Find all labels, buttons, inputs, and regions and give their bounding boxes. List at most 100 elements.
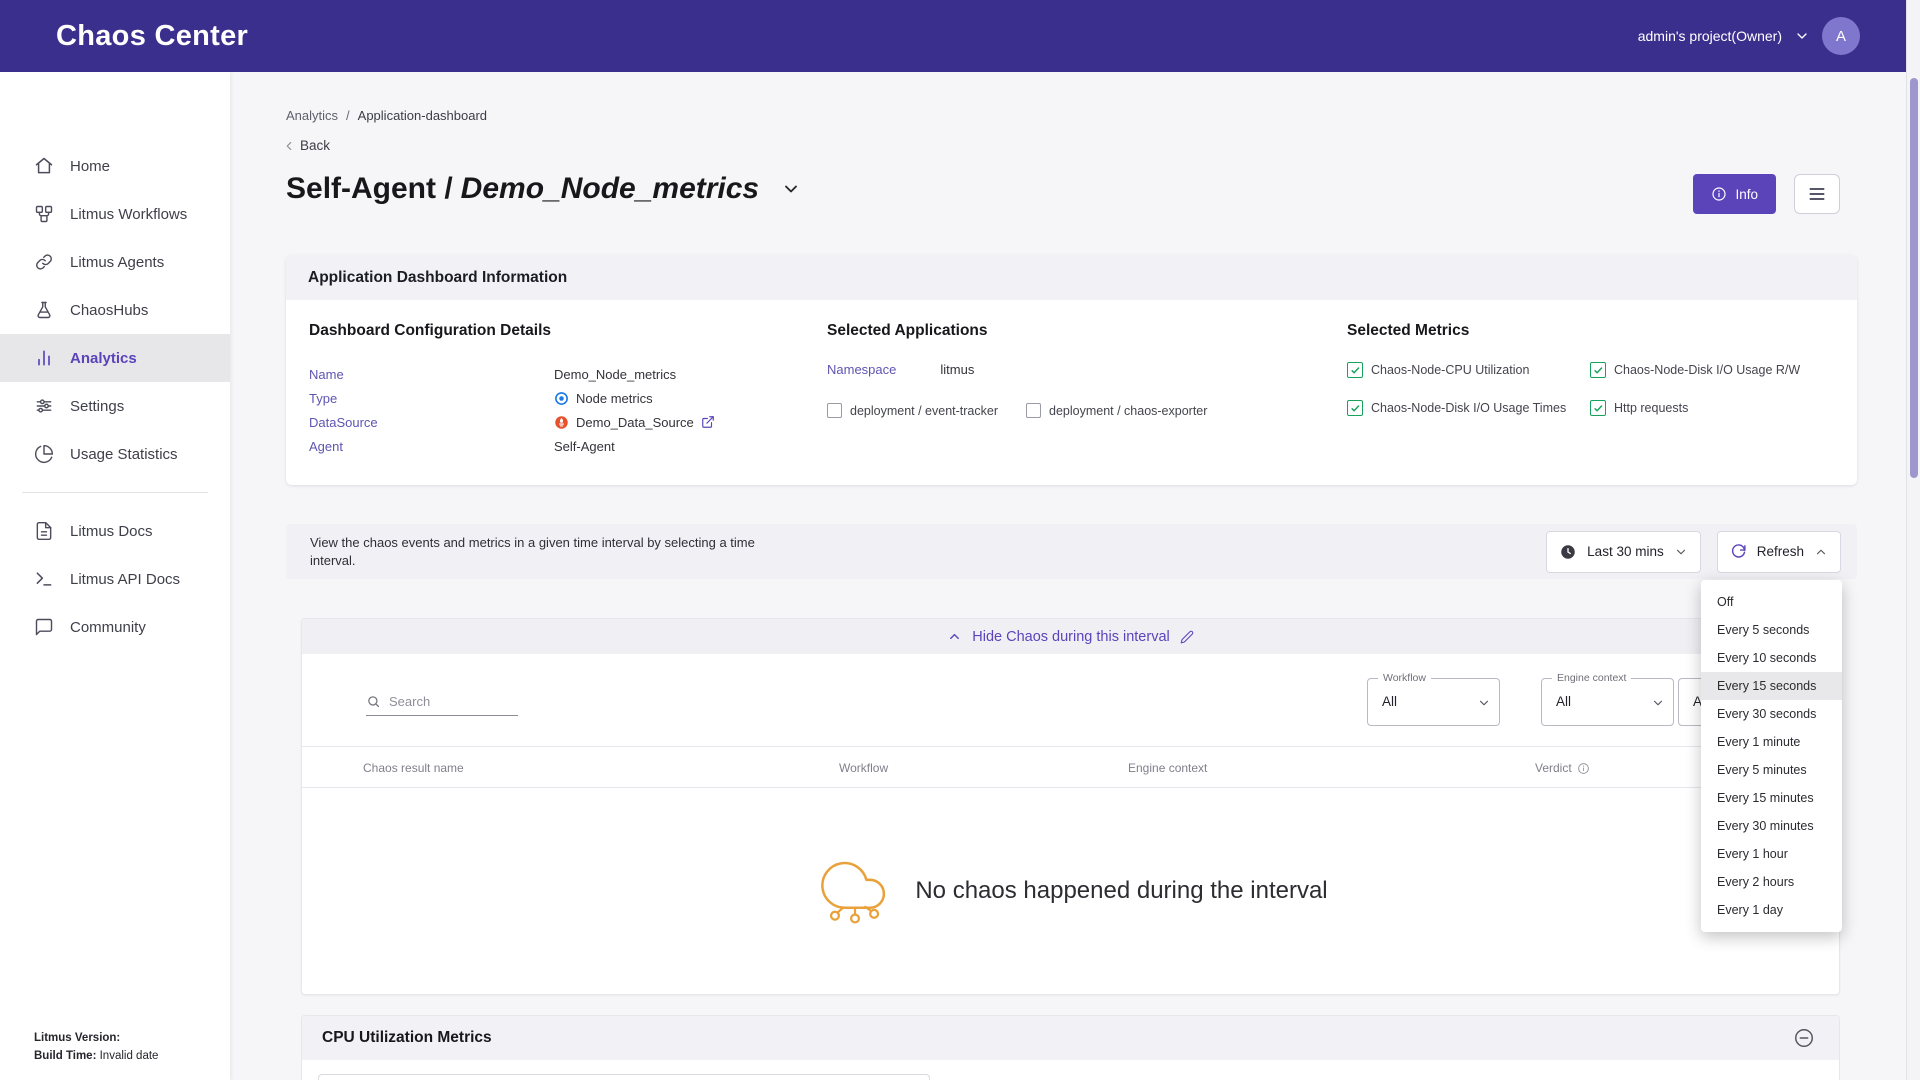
time-range-value: Last 30 mins [1587,544,1664,559]
search-input[interactable] [389,694,504,709]
sidebar-item-litmus-agents[interactable]: Litmus Agents [0,238,230,286]
applications-section-title: Selected Applications [827,322,1287,340]
sidebar-item-label: Litmus Workflows [70,206,187,223]
sidebar-item-chaoshubs[interactable]: ChaosHubs [0,286,230,334]
info-button-label: Info [1735,187,1758,202]
hide-chaos-label: Hide Chaos during this interval [972,629,1169,645]
title-chevron-down-icon[interactable] [781,179,801,199]
workflow-filter-select[interactable]: Workflow All [1367,678,1500,726]
sidebar-item-home[interactable]: Home [0,142,230,190]
chevron-up-icon [1814,545,1828,559]
chat-icon [34,617,54,637]
sidebar-footer: Litmus Version: Build Time: Invalid date [34,1030,158,1066]
breadcrumb: Analytics / Application-dashboard [286,108,487,123]
page-title-dashboard: Demo_Node_metrics [461,172,759,205]
chevron-down-icon[interactable] [1794,28,1810,44]
metric-checkbox-cpu[interactable]: Chaos-Node-CPU Utilization [1347,362,1590,378]
engine-context-filter-select[interactable]: Engine context All [1541,678,1674,726]
sidebar-item-community[interactable]: Community [0,603,230,651]
namespace-label: Namespace [827,362,896,377]
terminal-icon [34,569,54,589]
checkbox-checked-icon [1347,400,1363,416]
refresh-option[interactable]: Every 15 minutes [1701,784,1842,812]
build-time-label: Build Time: [34,1050,96,1062]
dashboard-info-card: Application Dashboard Information Dashbo… [286,255,1857,485]
app-checkbox-event-tracker[interactable]: deployment / event-tracker [827,403,998,418]
search-icon [366,694,381,709]
sidebar-item-litmus-api-docs[interactable]: Litmus API Docs [0,555,230,603]
sidebar-item-label: ChaosHubs [70,302,148,319]
top-header-bar: Chaos Center admin's project(Owner) A [0,0,1920,72]
sidebar-item-analytics[interactable]: Analytics [0,334,230,382]
refresh-option-selected[interactable]: Every 15 seconds [1701,672,1842,700]
refresh-label: Refresh [1757,544,1804,559]
chevron-down-icon [1477,696,1491,710]
breadcrumb-separator: / [346,108,350,123]
chaos-table-header: Chaos result name Workflow Engine contex… [302,746,1839,788]
project-selector[interactable]: admin's project(Owner) [1638,28,1782,44]
engine-context-filter-label: Engine context [1552,672,1631,684]
refresh-option[interactable]: Every 1 minute [1701,728,1842,756]
empty-state-message: No chaos happened during the interval [915,877,1327,905]
refresh-dropdown-menu: Off Every 5 seconds Every 10 seconds Eve… [1701,580,1842,932]
metric-checkbox-disk-rw[interactable]: Chaos-Node-Disk I/O Usage R/W [1590,362,1837,378]
time-range-select[interactable]: Last 30 mins [1546,531,1701,573]
refresh-option[interactable]: Off [1701,588,1842,616]
back-button[interactable]: Back [282,138,330,153]
app-title: Chaos Center [56,20,248,53]
info-icon[interactable] [1577,762,1590,775]
scrollbar-thumb[interactable] [1910,78,1918,478]
build-time-value: Invalid date [100,1050,159,1062]
litmus-version-label: Litmus Version: [34,1032,120,1044]
metric-checkbox-http-requests[interactable]: Http requests [1590,400,1837,416]
column-chaos-result-name: Chaos result name [363,761,464,775]
breadcrumb-analytics[interactable]: Analytics [286,108,338,123]
workflows-icon [34,204,54,224]
edit-icon[interactable] [1180,630,1194,644]
sliders-icon [34,396,54,416]
sidebar-item-litmus-workflows[interactable]: Litmus Workflows [0,190,230,238]
minus-circle-icon[interactable] [1793,1027,1815,1049]
prometheus-icon [554,415,569,430]
column-workflow: Workflow [839,761,888,775]
column-verdict: Verdict [1535,761,1590,775]
metric-checkbox-disk-times[interactable]: Chaos-Node-Disk I/O Usage Times [1347,400,1590,416]
column-engine-context: Engine context [1128,761,1207,775]
refresh-option[interactable]: Every 30 seconds [1701,700,1842,728]
info-icon [1711,186,1727,202]
pie-chart-icon [34,444,54,464]
refresh-option[interactable]: Every 1 hour [1701,840,1842,868]
sidebar-item-label: Litmus API Docs [70,571,180,588]
sidebar-item-litmus-docs[interactable]: Litmus Docs [0,507,230,555]
avatar[interactable]: A [1822,17,1860,55]
refresh-option[interactable]: Every 5 seconds [1701,616,1842,644]
sidebar-item-label: Home [70,158,110,175]
external-link-icon[interactable] [701,415,715,429]
config-section-title: Dashboard Configuration Details [309,322,814,340]
bar-chart-icon [34,348,54,368]
refresh-option[interactable]: Every 10 seconds [1701,644,1842,672]
home-icon [34,156,54,176]
link-icon [34,252,54,272]
refresh-option[interactable]: Every 1 day [1701,896,1842,924]
page-title: Self-Agent /Demo_Node_metrics [286,172,759,206]
checkbox-unchecked-icon [1026,403,1041,418]
refresh-select[interactable]: Refresh [1717,531,1841,573]
workflow-filter-label: Workflow [1378,672,1431,684]
page-scrollbar [1906,0,1920,1080]
config-row-datasource: DataSource Demo_Data_Source [309,410,814,434]
sidebar-item-usage-statistics[interactable]: Usage Statistics [0,430,230,478]
info-button[interactable]: Info [1693,174,1776,214]
refresh-option[interactable]: Every 2 hours [1701,868,1842,896]
sidebar-item-settings[interactable]: Settings [0,382,230,430]
metrics-section-title: Selected Metrics [1347,322,1837,340]
sidebar-item-label: Litmus Agents [70,254,164,271]
hide-chaos-toggle[interactable]: Hide Chaos during this interval [302,619,1839,654]
selected-metrics-section: Selected Metrics Chaos-Node-CPU Utilizat… [1347,322,1837,416]
app-checkbox-chaos-exporter[interactable]: deployment / chaos-exporter [1026,403,1207,418]
refresh-option[interactable]: Every 5 minutes [1701,756,1842,784]
refresh-option[interactable]: Every 30 minutes [1701,812,1842,840]
sidebar-divider [22,492,208,493]
dashboard-menu-button[interactable] [1794,174,1840,214]
chevron-down-icon [1651,696,1665,710]
